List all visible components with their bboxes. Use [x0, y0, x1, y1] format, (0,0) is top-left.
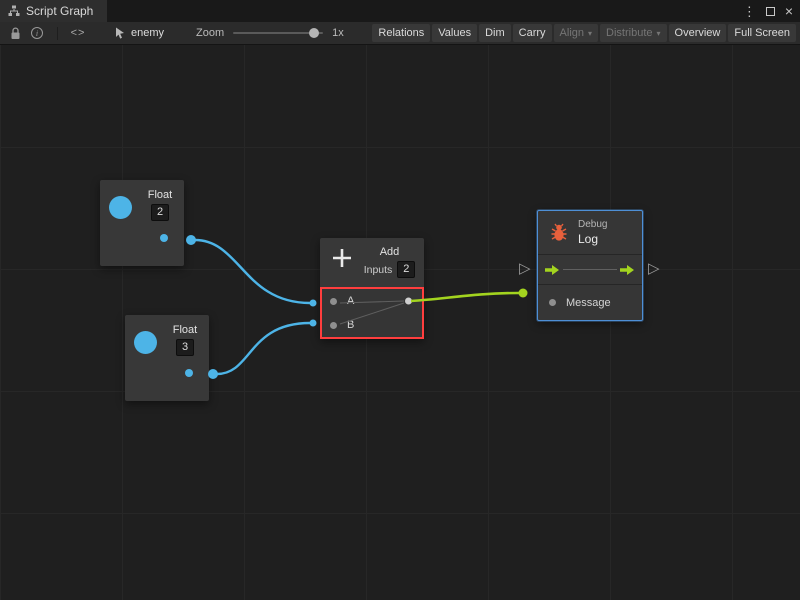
debug-message-label: Message [566, 297, 611, 309]
dropdown-caret-icon: ▾ [657, 29, 661, 38]
debug-category: Debug [578, 219, 607, 230]
flow-in-arrow-icon[interactable] [545, 264, 560, 276]
title-bar: Script Graph ⋮ × [0, 0, 800, 22]
add-input-a-port[interactable] [330, 298, 337, 305]
float2-value-port[interactable] [134, 331, 157, 354]
zoom-value: 1x [332, 27, 344, 39]
wire-a-end-dot [310, 300, 317, 307]
debug-title: Log [578, 232, 607, 246]
debug-message-row: Message [538, 285, 642, 320]
graph-canvas[interactable]: Float 2 Float 3 Add Inpu [0, 45, 800, 600]
selection-highlight-red: A B [320, 287, 424, 339]
add-inputs-label: Inputs [364, 264, 393, 276]
tab-script-graph[interactable]: Script Graph [0, 0, 107, 22]
wire-add-to-message [411, 293, 519, 301]
float-node-2[interactable]: Float 3 [125, 315, 209, 401]
flow-output-triangle-icon[interactable]: ▷ [648, 261, 660, 276]
add-title: Add [380, 246, 400, 258]
toolbar-button-values[interactable]: Values [432, 24, 477, 42]
wire-float1-to-a [195, 240, 310, 303]
wire-message-end-dot [519, 289, 528, 298]
window-controls: ⋮ × [743, 0, 793, 22]
float2-title: Float [173, 324, 197, 336]
graph-name-label: enemy [131, 27, 164, 39]
zoom-slider-knob[interactable] [309, 28, 319, 38]
toolbar-button-align[interactable]: Align▾ [554, 24, 598, 42]
graph-breadcrumb[interactable]: enemy [115, 27, 164, 39]
pointer-icon [115, 27, 125, 39]
debug-message-port[interactable] [549, 299, 556, 306]
graph-toolbar: i <> enemy Zoom 1x Relations Values Dim … [0, 22, 800, 45]
info-icon[interactable]: i [26, 24, 48, 42]
toolbar-button-relations[interactable]: Relations [372, 24, 430, 42]
add-output-port[interactable] [405, 298, 412, 305]
add-input-b-port[interactable] [330, 322, 337, 329]
wire-float2-to-b [217, 323, 310, 374]
toolbar-button-fullscreen[interactable]: Full Screen [728, 24, 796, 42]
float-node-1[interactable]: Float 2 [100, 180, 184, 266]
wire-b-end-dot [310, 320, 317, 327]
add-port-row-b: B [322, 313, 422, 337]
maximize-icon[interactable] [766, 7, 775, 16]
close-icon[interactable]: × [785, 4, 793, 18]
float1-title: Float [148, 189, 172, 201]
float1-value-field[interactable]: 2 [151, 204, 169, 221]
zoom-control: Zoom 1x [196, 26, 344, 40]
add-node[interactable]: Add Inputs 2 A B [320, 238, 424, 339]
toolbar-button-overview[interactable]: Overview [669, 24, 727, 42]
graph-icon [8, 5, 20, 17]
add-input-a-label: A [347, 295, 354, 307]
plus-icon [330, 246, 354, 270]
script-graph-window: Script Graph ⋮ × i <> enemy Zoom [0, 0, 800, 600]
float2-value-field[interactable]: 3 [176, 339, 194, 356]
toolbar-button-carry[interactable]: Carry [513, 24, 552, 42]
more-menu-icon[interactable]: ⋮ [743, 5, 756, 18]
add-port-row-a: A [322, 289, 422, 313]
code-icon[interactable]: <> [67, 24, 89, 42]
debug-log-node[interactable]: Debug Log Message [537, 210, 643, 321]
toolbar-separator [57, 27, 58, 40]
float1-output-port[interactable] [160, 234, 168, 242]
add-input-b-label: B [347, 319, 354, 331]
add-inputs-count-field[interactable]: 2 [397, 261, 415, 278]
lock-icon[interactable] [4, 24, 26, 42]
zoom-slider[interactable] [233, 26, 323, 40]
float2-output-port[interactable] [185, 369, 193, 377]
dropdown-caret-icon: ▾ [588, 29, 592, 38]
flow-out-arrow-icon[interactable] [620, 264, 635, 276]
bug-icon [549, 223, 569, 242]
zoom-label: Zoom [196, 27, 224, 39]
wire-float1-start-dot [186, 235, 196, 245]
toolbar-buttons: Relations Values Dim Carry Align▾ Distri… [372, 24, 796, 42]
toolbar-button-distribute[interactable]: Distribute▾ [600, 24, 666, 42]
float1-value-port[interactable] [109, 196, 132, 219]
debug-flow-row [538, 255, 642, 285]
toolbar-button-dim[interactable]: Dim [479, 24, 511, 42]
flow-input-triangle-icon[interactable]: ▷ [519, 261, 531, 276]
tab-title: Script Graph [26, 4, 93, 18]
wire-float2-start-dot [208, 369, 218, 379]
